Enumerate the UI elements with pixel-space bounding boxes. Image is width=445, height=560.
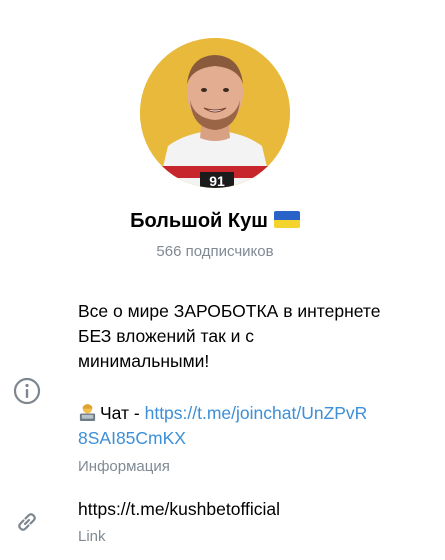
channel-avatar[interactable]: 91 [140,38,290,188]
link-field-label: Link [78,528,106,545]
channel-description: Все о мире ЗАРОБОТКА в интернете БЕЗ вло… [78,299,428,374]
description-line: минимальными! [78,351,210,371]
chat-invite-link-continued[interactable]: 8SAI85CmKX [78,426,438,451]
channel-public-link[interactable]: https://t.me/kushbetofficial [78,497,280,522]
technologist-emoji-icon [79,403,96,422]
ukraine-flag-icon [273,211,300,228]
subscriber-count: 566 подписчиков [156,243,274,260]
svg-text:91: 91 [209,173,225,188]
description-line: БЕЗ вложений так и с [78,326,255,346]
description-line: Все о мире ЗАРОБОТКА в интернете [78,301,381,321]
avatar-photo: 91 [140,38,290,188]
chat-prefix: Чат - [100,403,145,423]
link-icon [18,513,36,531]
info-field-label: Информация [78,458,170,475]
chat-link-block: Чат - https://t.me/joinchat/UnZPvR 8SAI8… [78,401,438,451]
chat-invite-link[interactable]: https://t.me/joinchat/UnZPvR [145,403,368,423]
channel-title: Большой Куш [0,208,430,234]
channel-info-page: 91 Большой Куш 566 подписчиков Все о мир… [0,0,445,560]
info-circle-icon [13,377,41,405]
channel-name-text: Большой Куш [130,210,268,232]
